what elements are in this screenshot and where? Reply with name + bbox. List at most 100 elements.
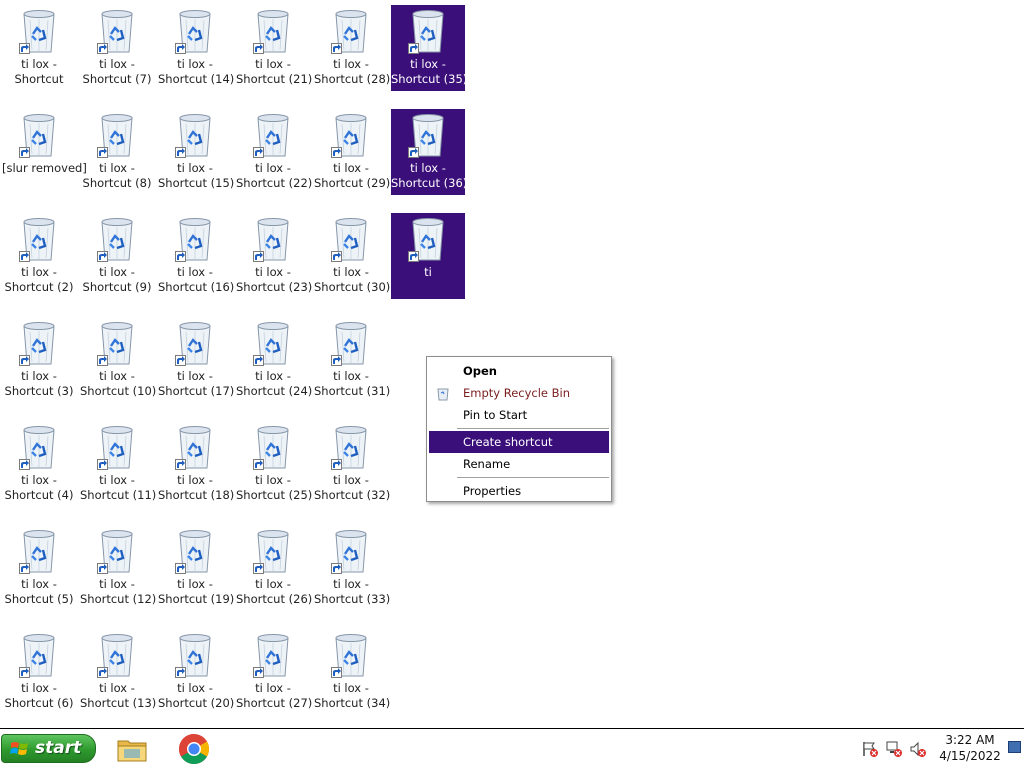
desktop-icon-recycle-bin-shortcut[interactable]: ti lox - Shortcut (22) [236,109,312,195]
desktop-icon-recycle-bin-shortcut[interactable]: ti lox - Shortcut (25) [236,421,312,507]
desktop-icon-recycle-bin-shortcut[interactable]: ti lox - Shortcut (23) [236,213,312,299]
desktop-icon-label: ti lox - Shortcut (24) [236,369,313,398]
desktop-icon-recycle-bin-shortcut[interactable]: ti lox - Shortcut (3) [2,317,76,403]
shortcut-arrow-icon [253,147,264,158]
desktop-icon-recycle-bin-shortcut[interactable]: ti lox - Shortcut (7) [80,5,154,91]
desktop-icon-label: ti lox - Shortcut (13) [80,681,157,710]
recycle-bin-icon [175,8,215,54]
folder-icon [116,740,148,769]
menu-item-create-shortcut[interactable]: Create shortcut [429,431,609,453]
chrome-icon [178,734,210,769]
desktop-icon-recycle-bin-shortcut[interactable]: ti lox - Shortcut (26) [236,525,312,611]
desktop-icon-recycle-bin-shortcut[interactable]: ti lox - Shortcut (17) [158,317,234,403]
clock[interactable]: 3:22 AM 4/15/2022 [934,732,1006,764]
desktop-icon-recycle-bin-shortcut[interactable]: ti lox - Shortcut (12) [80,525,156,611]
desktop-icon-recycle-bin-shortcut[interactable]: ti lox - Shortcut (10) [80,317,156,403]
shortcut-arrow-icon [253,667,264,678]
desktop-icon-recycle-bin-shortcut[interactable]: ti lox - Shortcut (20) [158,629,234,715]
shortcut-arrow-icon [19,459,30,470]
desktop-icon-recycle-bin-shortcut[interactable]: ti lox - Shortcut (14) [158,5,235,91]
desktop-icon-recycle-bin-shortcut[interactable]: ti [391,213,465,299]
menu-item-open[interactable]: Open [429,360,609,382]
desktop-icon-recycle-bin-shortcut[interactable]: ti lox - Shortcut [2,5,76,91]
shortcut-arrow-icon [175,459,186,470]
desktop-icon-recycle-bin-shortcut[interactable]: ti lox - Shortcut (35) [391,5,468,91]
desktop-icon-recycle-bin-shortcut[interactable]: ti lox - Shortcut (13) [80,629,157,715]
desktop-icon-label: ti lox - Shortcut (18) [158,473,235,502]
shortcut-arrow-icon [19,147,30,158]
desktop-icon-recycle-bin-shortcut[interactable]: ti lox - Shortcut (19) [158,525,235,611]
desktop-icon-recycle-bin-shortcut[interactable]: ti lox - Shortcut (2) [2,213,76,299]
desktop-icon-recycle-bin-shortcut[interactable]: ti lox - Shortcut (24) [236,317,313,403]
desktop-icon-recycle-bin-shortcut[interactable]: ti lox - Shortcut (32) [314,421,391,507]
taskbar-chrome[interactable] [178,733,210,765]
recycle-bin-icon [253,320,293,366]
desktop-icon-label: ti lox - Shortcut (32) [314,473,391,502]
desktop-icon-label: ti lox - Shortcut (31) [314,369,391,398]
recycle-bin-icon [331,112,371,158]
recycle-bin-icon [97,216,137,262]
desktop-icon-label: ti lox - Shortcut (19) [158,577,235,606]
shortcut-arrow-icon [97,459,108,470]
desktop-icon-recycle-bin-shortcut[interactable]: ti lox - Shortcut (27) [236,629,312,715]
desktop-icon-recycle-bin-shortcut[interactable]: ti lox - Shortcut (30) [314,213,390,299]
volume-icon[interactable] [909,740,927,758]
shortcut-arrow-icon [331,147,342,158]
recycle-bin-icon [97,424,137,470]
desktop-icon-label: ti lox - Shortcut (28) [314,57,391,86]
desktop-icon-recycle-bin-shortcut[interactable]: ti lox - Shortcut (28) [314,5,391,91]
shortcut-arrow-icon [331,43,342,54]
desktop-icon-label: ti lox - Shortcut (8) [82,161,152,190]
desktop-icon-recycle-bin-shortcut[interactable]: ti lox - Shortcut (8) [80,109,154,195]
start-label: start [35,738,82,758]
network-icon[interactable] [885,740,903,758]
recycle-bin-icon [175,424,215,470]
recycle-bin-icon [97,632,137,678]
desktop-icon-recycle-bin-shortcut[interactable]: ti lox - Shortcut (36) [391,109,467,195]
desktop-icon-recycle-bin-shortcut[interactable]: ti lox - Shortcut (4) [2,421,76,507]
menu-separator [457,477,609,478]
shortcut-arrow-icon [331,563,342,574]
menu-item-pin-to-start[interactable]: Pin to Start [429,404,609,426]
action-center-flag-icon[interactable] [861,740,879,758]
shortcut-arrow-icon [19,251,30,262]
desktop-icon-recycle-bin-shortcut[interactable]: ti lox - Shortcut (34) [314,629,390,715]
desktop-icon-label: ti lox - Shortcut (15) [158,161,235,190]
recycle-bin-icon [19,8,59,54]
shortcut-arrow-icon [331,251,342,262]
menu-item-empty-recycle-bin[interactable]: Empty Recycle Bin [429,382,609,404]
menu-item-rename[interactable]: Rename [429,453,609,475]
recycle-bin-icon [253,632,293,678]
desktop-icon-recycle-bin-shortcut[interactable]: ti lox - Shortcut (11) [80,421,156,507]
desktop-icon-recycle-bin-shortcut[interactable]: ti lox - Shortcut (5) [2,525,76,611]
desktop-icon-recycle-bin-shortcut[interactable]: ti lox - Shortcut (9) [80,213,154,299]
shortcut-arrow-icon [175,355,186,366]
recycle-bin-icon [19,528,59,574]
desktop-icon-recycle-bin-shortcut[interactable]: ti lox - Shortcut (29) [314,109,390,195]
recycle-bin-icon [97,528,137,574]
desktop-icon-recycle-bin-shortcut[interactable]: ti lox - Shortcut (31) [314,317,391,403]
menu-item-properties[interactable]: Properties [429,480,609,502]
shortcut-arrow-icon [19,667,30,678]
desktop-icon-recycle-bin-shortcut[interactable]: ti lox - Shortcut (18) [158,421,235,507]
desktop-icon-recycle-bin-shortcut[interactable]: ti lox - Shortcut (6) [2,629,76,715]
desktop-icon-label: ti lox - Shortcut (33) [314,577,391,606]
shortcut-arrow-icon [175,667,186,678]
desktop-icon-label: ti lox - Shortcut (35) [391,57,468,86]
desktop-icon-recycle-bin-shortcut[interactable]: ti lox - Shortcut (21) [236,5,312,91]
shortcut-arrow-icon [331,667,342,678]
desktop-icon-label: ti lox - Shortcut (14) [158,57,235,86]
desktop-icon-recycle-bin-shortcut[interactable]: ti lox - Shortcut (15) [158,109,235,195]
shortcut-arrow-icon [97,563,108,574]
desktop-icon-recycle-bin-shortcut[interactable]: [slur removed] [2,109,87,195]
recycle-bin-icon [408,8,448,54]
start-button[interactable]: start [1,734,96,763]
shortcut-arrow-icon [253,251,264,262]
taskbar-file-explorer[interactable] [116,733,148,765]
show-desktop-icon[interactable] [1008,741,1021,753]
desktop-icon-recycle-bin-shortcut[interactable]: ti lox - Shortcut (16) [158,213,234,299]
desktop-icon-recycle-bin-shortcut[interactable]: ti lox - Shortcut (33) [314,525,391,611]
recycle-bin-icon [175,320,215,366]
recycle-bin-icon [253,528,293,574]
desktop-icon-label: ti lox - Shortcut [14,57,64,86]
